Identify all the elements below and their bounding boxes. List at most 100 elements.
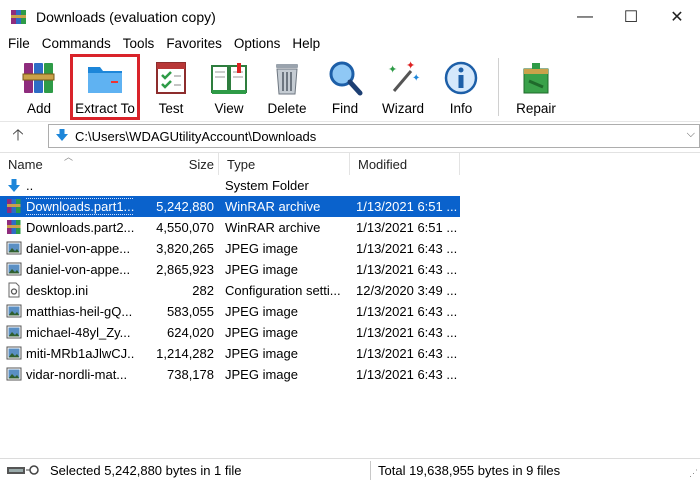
file-type: JPEG image: [225, 346, 298, 361]
extract-to-button[interactable]: Extract To: [70, 54, 140, 120]
file-size: [134, 175, 214, 196]
info-label: Info: [449, 101, 473, 116]
winrar-app-icon[interactable]: [10, 8, 28, 26]
image-file-icon: [6, 303, 22, 319]
file-row[interactable]: .. System Folder: [0, 175, 460, 196]
add-button[interactable]: Add: [10, 54, 68, 120]
folder-extract-icon: [85, 59, 125, 97]
toolbar: Add Extract To Test View Delete Find ✦ ✦…: [0, 54, 700, 122]
status-divider: [370, 461, 371, 480]
file-size: 4,550,070: [156, 220, 214, 235]
add-label: Add: [26, 101, 52, 116]
file-modified: 1/13/2021 6:43 ...: [356, 304, 458, 319]
column-header-type[interactable]: Type: [219, 153, 350, 175]
window-title: Downloads (evaluation copy): [36, 9, 216, 25]
delete-label: Delete: [267, 101, 307, 116]
file-name: daniel-von-appe...: [26, 241, 131, 256]
view-label: View: [214, 101, 244, 116]
file-name: daniel-von-appe...: [26, 262, 131, 277]
title-bar: Downloads (evaluation copy) — ☐ ✕: [0, 0, 700, 34]
books-archive-icon: [19, 59, 59, 97]
file-row[interactable]: michael-48yl_Zy... 624,020 JPEG image 1/13/…: [0, 322, 460, 343]
menu-file[interactable]: File: [2, 34, 36, 54]
file-row[interactable]: matthias-heil-gQ... 583,055 JPEG image 1/13…: [0, 301, 460, 322]
image-file-icon: [6, 240, 22, 256]
drive-status-icon[interactable]: [0, 459, 42, 481]
file-type: JPEG image: [225, 367, 298, 382]
image-file-icon: [6, 345, 22, 361]
menu-help[interactable]: Help: [286, 34, 326, 54]
file-row[interactable]: daniel-von-appe... 2,865,923 JPEG image 1/1…: [0, 259, 460, 280]
view-button[interactable]: View: [200, 54, 258, 120]
status-bar: Selected 5,242,880 bytes in 1 file Total…: [0, 458, 700, 481]
column-header-modified[interactable]: Modified: [350, 153, 460, 175]
minimize-button[interactable]: —: [562, 0, 608, 34]
resize-grip-icon[interactable]: ⋰: [689, 468, 698, 479]
address-dropdown-icon[interactable]: ⌵: [687, 128, 695, 141]
checklist-icon: [151, 59, 191, 97]
column-name-label: Name: [8, 156, 43, 172]
file-name: ..: [26, 178, 34, 193]
magic-wand-icon: ✦ ✦ ✦: [383, 59, 423, 97]
rar-archive-icon: [6, 198, 22, 214]
first-aid-box-icon: [516, 59, 556, 97]
file-row[interactable]: Downloads.part2... 4,550,070 WinRAR archiv…: [0, 217, 460, 238]
file-type: JPEG image: [225, 262, 298, 277]
file-size: 1,214,282: [156, 346, 214, 361]
wizard-label: Wizard: [381, 101, 424, 116]
status-selection-text: Selected 5,242,880 bytes in 1 file: [50, 463, 242, 478]
menu-bar: File Commands Tools Favorites Options He…: [0, 34, 700, 54]
repair-button[interactable]: Repair: [507, 54, 565, 120]
test-label: Test: [158, 101, 184, 116]
file-modified: 1/13/2021 6:43 ...: [356, 346, 458, 361]
test-button[interactable]: Test: [142, 54, 200, 120]
file-modified: 1/13/2021 6:51 ...: [356, 220, 458, 235]
file-name: michael-48yl_Zy...: [26, 325, 131, 340]
svg-text:✦: ✦: [388, 63, 397, 76]
info-button[interactable]: Info: [432, 54, 490, 120]
close-button[interactable]: ✕: [654, 0, 700, 34]
address-bar[interactable]: C:\Users\WDAGUtilityAccount\Downloads ⌵: [48, 124, 700, 148]
file-modified: 12/3/2020 3:49 ...: [356, 283, 458, 298]
file-name: desktop.ini: [26, 283, 89, 298]
trash-can-icon: [267, 59, 307, 97]
open-book-icon: [209, 59, 249, 97]
folder-up-icon: [6, 177, 22, 193]
column-header-name[interactable]: Name ︿: [0, 152, 133, 175]
file-size: 583,055: [167, 304, 214, 319]
image-file-icon: [6, 366, 22, 382]
status-total-text: Total 19,638,955 bytes in 9 files: [378, 463, 561, 478]
image-file-icon: [6, 261, 22, 277]
file-row[interactable]: desktop.ini 282 Configuration setti... 12/3…: [0, 280, 460, 301]
toolbar-separator: [498, 58, 499, 116]
maximize-button[interactable]: ☐: [608, 0, 654, 34]
file-row[interactable]: Downloads.part1... 5,242,880 WinRAR archiv…: [0, 196, 460, 217]
info-icon: [441, 59, 481, 97]
up-folder-button[interactable]: 🡡: [0, 124, 36, 151]
magnifier-icon: [325, 59, 365, 97]
address-row: 🡡 C:\Users\WDAGUtilityAccount\Downloads …: [0, 124, 700, 150]
file-size: 2,865,923: [156, 262, 214, 277]
menu-options[interactable]: Options: [228, 34, 287, 54]
sort-ascending-icon: ︿: [64, 152, 74, 162]
column-header-size[interactable]: Size: [133, 153, 219, 175]
file-type: System Folder: [225, 178, 309, 193]
menu-commands[interactable]: Commands: [36, 34, 117, 54]
menu-favorites[interactable]: Favorites: [160, 34, 228, 54]
delete-button[interactable]: Delete: [258, 54, 316, 120]
file-type: JPEG image: [225, 241, 298, 256]
file-type: JPEG image: [225, 304, 298, 319]
config-file-icon: [6, 282, 22, 298]
file-name: matthias-heil-gQ...: [26, 304, 133, 319]
wizard-button[interactable]: ✦ ✦ ✦ Wizard: [374, 54, 432, 120]
menu-tools[interactable]: Tools: [117, 34, 161, 54]
file-type: WinRAR archive: [225, 199, 321, 214]
file-modified: 1/13/2021 6:43 ...: [356, 367, 458, 382]
file-row[interactable]: miti-MRb1aJlwCJ... 1,214,282 JPEG image 1/1…: [0, 343, 460, 364]
find-button[interactable]: Find: [316, 54, 374, 120]
file-row[interactable]: daniel-von-appe... 3,820,265 JPEG image 1/1…: [0, 238, 460, 259]
file-modified: 1/13/2021 6:43 ...: [356, 325, 458, 340]
file-type: WinRAR archive: [225, 220, 321, 235]
file-row[interactable]: vidar-nordli-mat... 738,178 JPEG image 1/13…: [0, 364, 460, 385]
file-name: vidar-nordli-mat...: [26, 367, 128, 382]
